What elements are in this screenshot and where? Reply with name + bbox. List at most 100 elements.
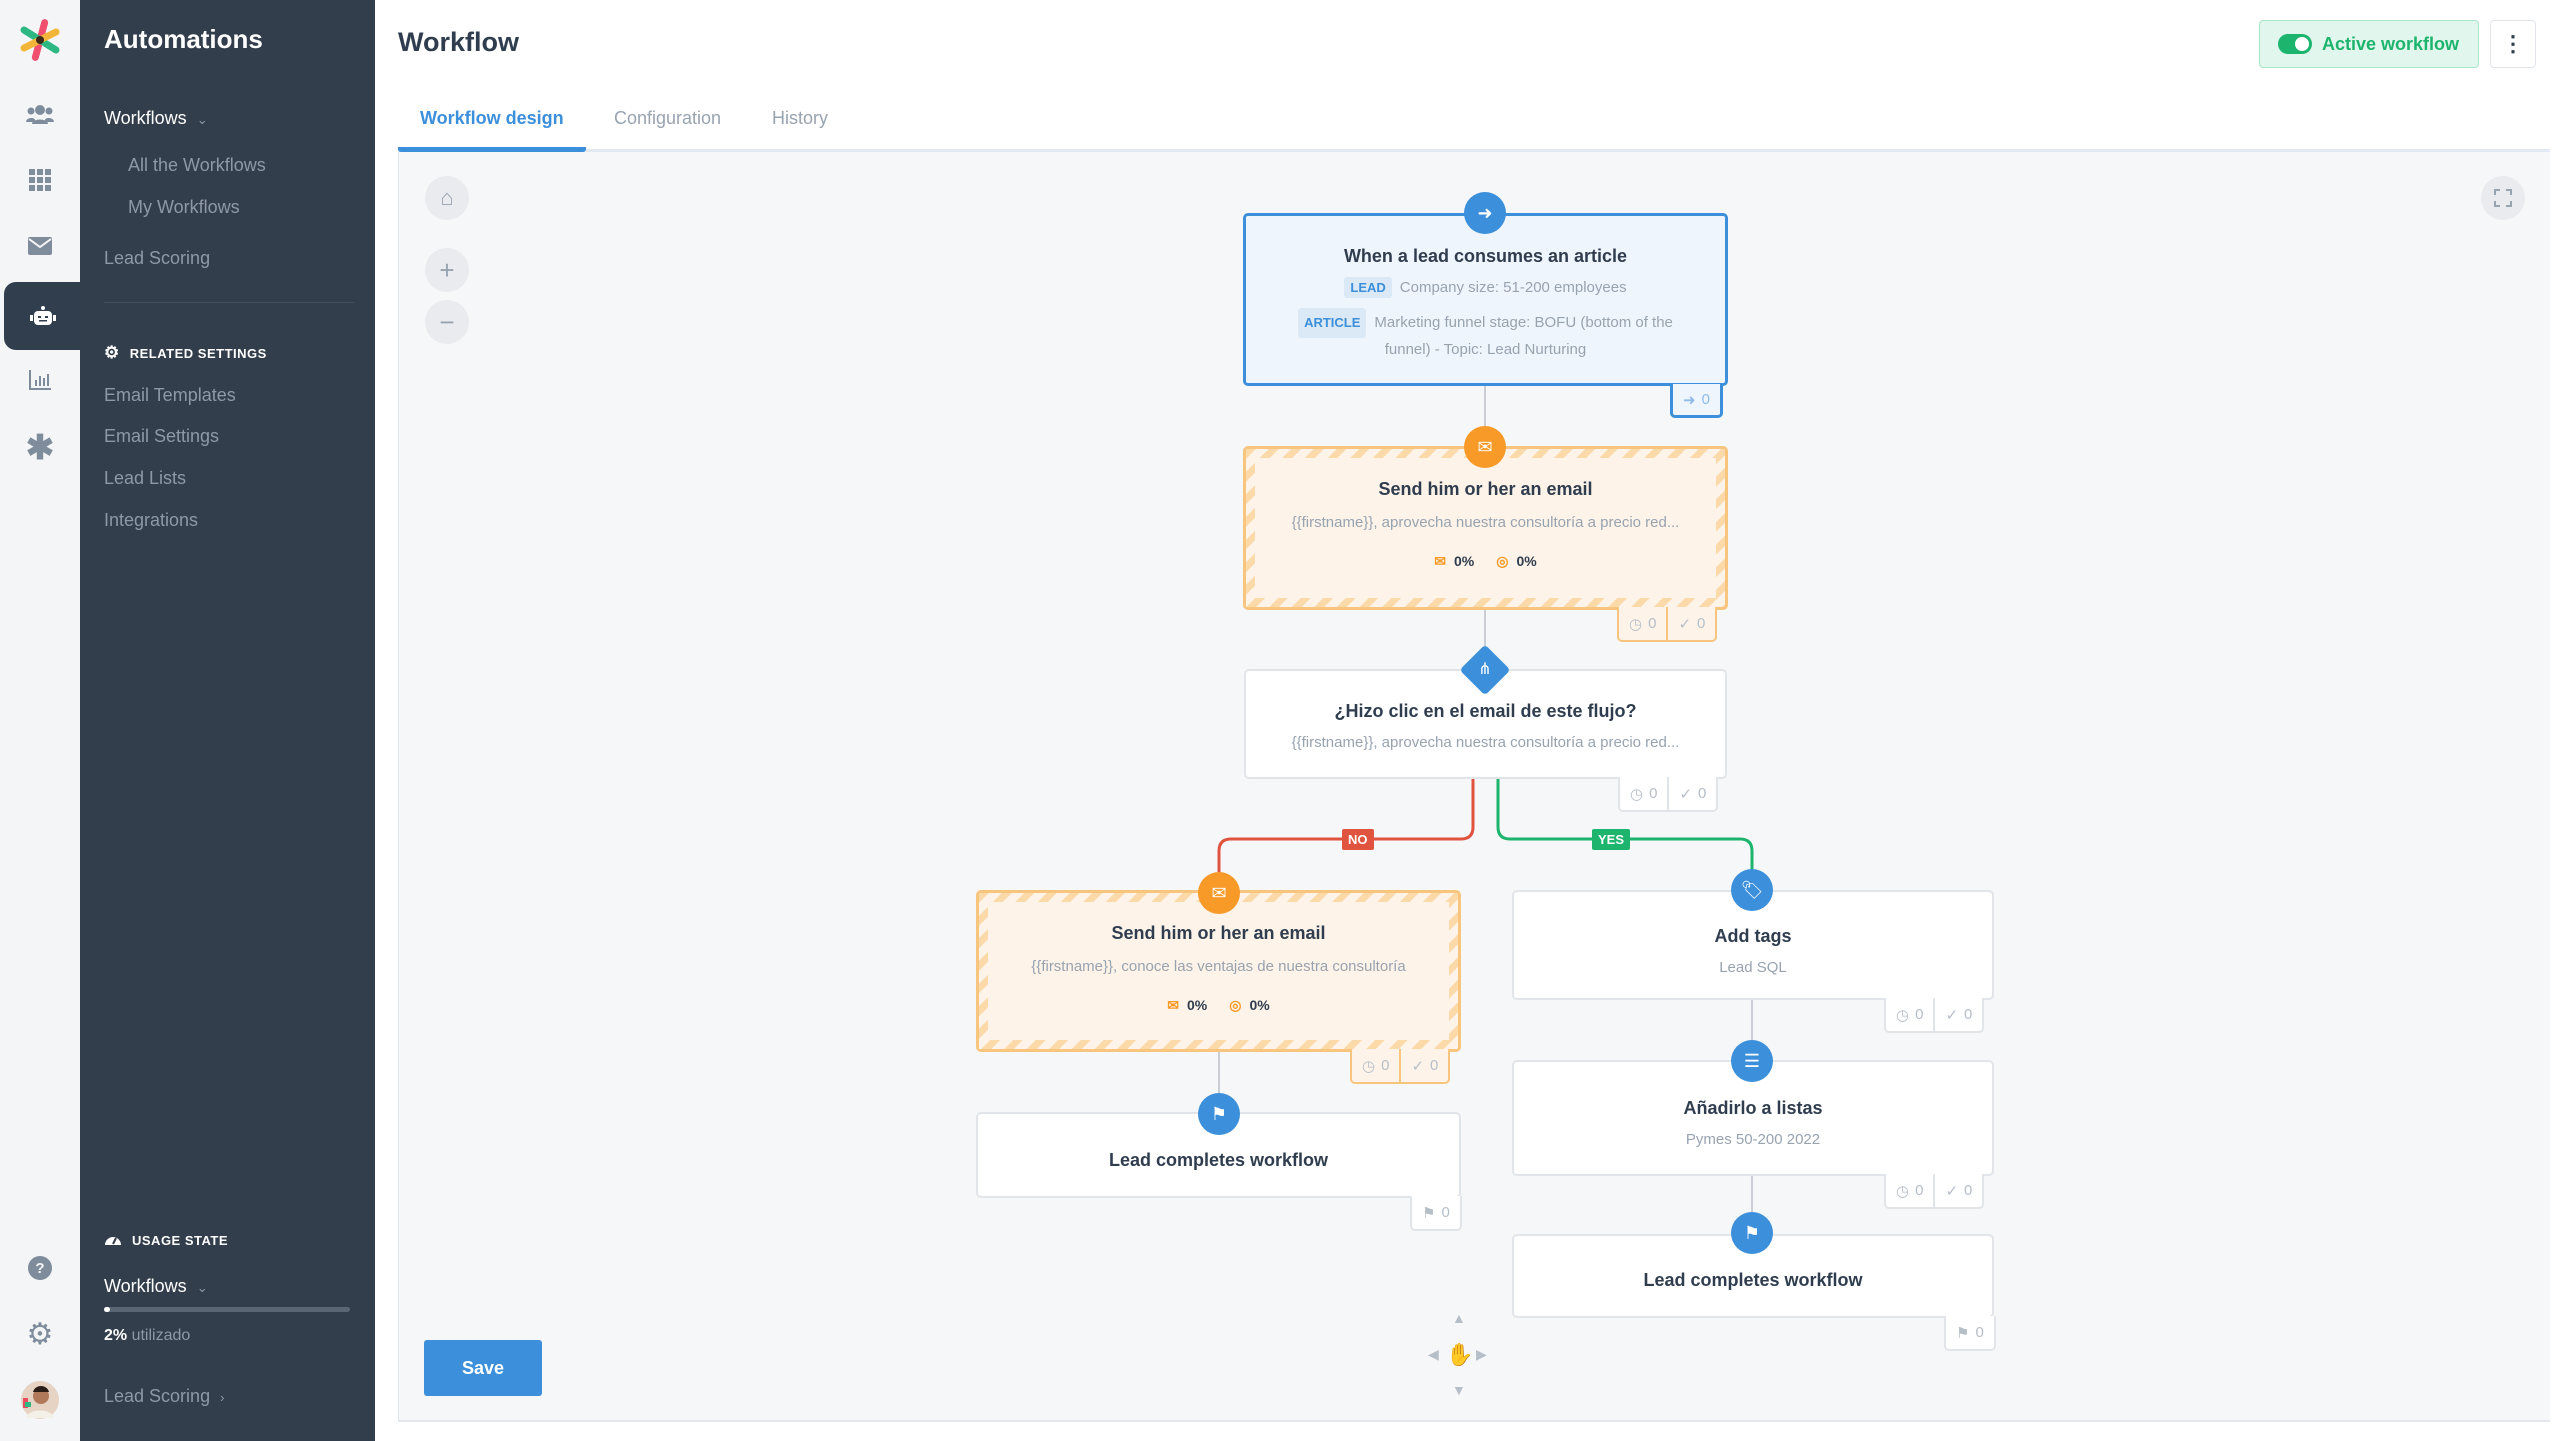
email-node[interactable]: Send him or her an email {{firstname}}, … <box>1243 446 1728 610</box>
apps-grid-icon[interactable] <box>0 152 80 208</box>
sidebar-item-email-templates[interactable]: Email Templates <box>104 385 236 406</box>
tab-workflow-design[interactable]: Workflow design <box>398 102 586 152</box>
done-counter: ✓ 0 <box>1933 998 1982 1031</box>
active-workflow-label: Active workflow <box>2322 33 2460 54</box>
email-counters: ◷ 0 ✓ 0 <box>1617 607 1718 642</box>
usage-state-heading: USAGE STATE <box>104 1232 228 1249</box>
more-options-button[interactable]: ⋮ <box>2490 20 2536 68</box>
robot-icon[interactable] <box>4 282 82 350</box>
waiting-count: 0 <box>1915 1006 1924 1023</box>
sidebar-workflows-label: Workflows <box>104 108 187 128</box>
waiting-count: 0 <box>1648 615 1657 632</box>
open-rate: ✉ 0% <box>1434 553 1474 570</box>
check-icon: ✓ <box>1945 1182 1959 1200</box>
click-icon: ◎ <box>1496 553 1509 569</box>
check-icon: ✓ <box>1411 1057 1425 1075</box>
no-branch-label: NO <box>1342 829 1374 850</box>
tab-history[interactable]: History <box>750 102 850 152</box>
active-workflow-toggle[interactable]: Active workflow <box>2259 20 2479 68</box>
node-title: Lead completes workflow <box>1108 1150 1329 1170</box>
clock-icon: ◷ <box>1896 1182 1910 1200</box>
node-subtitle: {{firstname}}, aprovecha nuestra consult… <box>1291 514 1680 531</box>
completed-counter: ⚑ 0 <box>1946 1316 1994 1349</box>
sidebar-item-all-workflows[interactable]: All the Workflows <box>128 155 266 176</box>
sidebar-item-email-settings[interactable]: Email Settings <box>104 426 219 447</box>
sidebar-item-my-workflows[interactable]: My Workflows <box>128 197 240 218</box>
avatar[interactable] <box>0 1372 80 1428</box>
sidebar-divider <box>104 302 354 303</box>
waiting-count: 0 <box>1381 1057 1390 1074</box>
lead-badge: LEAD <box>1344 277 1392 298</box>
tag-icon: 🏷 <box>1731 869 1773 911</box>
waiting-counter: ◷ 0 <box>1886 998 1933 1031</box>
minus-icon: − <box>439 306 455 337</box>
usage-percent: 2% <box>104 1327 128 1344</box>
pan-right-icon[interactable]: ▶ <box>1476 1346 1487 1363</box>
usage-selector[interactable]: Workflows ⌄ <box>104 1276 208 1297</box>
trigger-node[interactable]: When a lead consumes an article LEAD Comp… <box>1243 213 1728 386</box>
pan-left-icon[interactable]: ◀ <box>1428 1346 1439 1363</box>
done-count: 0 <box>1430 1057 1439 1074</box>
email-stats: ✉ 0% ◎ 0% <box>979 997 1458 1014</box>
check-icon: ✓ <box>1678 615 1692 633</box>
fullscreen-button[interactable] <box>2481 176 2525 220</box>
finish-flag-icon: ⚑ <box>1731 1212 1773 1254</box>
envelope-open-icon: ✉ <box>1167 997 1180 1013</box>
click-rate: ◎ 0% <box>1496 553 1536 570</box>
tab-bar: Workflow design Configuration History <box>398 96 2550 152</box>
lists-counters: ◷ 0 ✓ 0 <box>1884 1174 1985 1209</box>
plus-icon: + <box>439 254 455 285</box>
zoom-out-button[interactable]: − <box>425 300 469 344</box>
usage-selector-label: Workflows <box>104 1276 187 1296</box>
click-rate-value: 0% <box>1249 997 1270 1013</box>
sidebar-item-integrations[interactable]: Integrations <box>104 510 198 531</box>
finish-flag-icon: ⚑ <box>1422 1204 1436 1222</box>
clock-icon: ◷ <box>1362 1057 1376 1075</box>
completed-count: 0 <box>1975 1324 1984 1341</box>
expand-icon <box>2494 189 2512 207</box>
home-icon: ⌂ <box>440 185 454 210</box>
toggle-switch[interactable] <box>2278 34 2312 54</box>
zoom-in-button[interactable]: + <box>425 248 469 292</box>
email-icon: ✉ <box>1198 872 1240 914</box>
node-subtitle: {{firstname}}, aprovecha nuestra consult… <box>1291 734 1680 751</box>
usage-suffix: utilizado <box>131 1327 191 1344</box>
app-logo-icon[interactable] <box>16 16 64 64</box>
complete-counters: ⚑ 0 <box>1410 1196 1462 1231</box>
pan-up-icon[interactable]: ▲ <box>1452 1310 1466 1326</box>
email-icon[interactable] <box>0 218 80 274</box>
done-counter: ✓ 0 <box>1399 1049 1448 1082</box>
node-title: Añadirlo a listas <box>1683 1098 1823 1118</box>
home-button[interactable]: ⌂ <box>425 176 469 220</box>
tags-counters: ◷ 0 ✓ 0 <box>1884 998 1985 1033</box>
leads-icon[interactable] <box>0 86 80 142</box>
usage-state-label: USAGE STATE <box>132 1233 229 1248</box>
reports-icon[interactable] <box>0 352 80 408</box>
email-node[interactable]: Send him or her an email {{firstname}}, … <box>976 890 1461 1052</box>
done-counter: ✓ 0 <box>1933 1174 1982 1207</box>
svg-text:?: ? <box>35 1260 44 1277</box>
pan-down-icon[interactable]: ▼ <box>1452 1382 1466 1398</box>
finish-flag-icon: ⚑ <box>1198 1093 1240 1135</box>
gauge-icon <box>104 1232 122 1249</box>
sidebar-workflows-toggle[interactable]: Workflows ⌄ <box>104 108 208 129</box>
chevron-down-icon: ⌄ <box>196 1280 208 1295</box>
sidebar-item-lead-scoring[interactable]: Lead Scoring <box>104 248 210 269</box>
gear-icon: ⚙ <box>104 343 120 362</box>
asterisk-icon[interactable]: ✱ <box>0 420 80 476</box>
help-icon[interactable]: ? <box>0 1240 80 1296</box>
pan-control[interactable]: ▲ ◀ ✋ ▶ ▼ <box>1428 1310 1488 1400</box>
click-rate-value: 0% <box>1516 553 1537 569</box>
page-title: Workflow <box>398 27 519 57</box>
trigger-counters: ➜ 0 <box>1670 384 1723 418</box>
save-button[interactable]: Save <box>424 1340 542 1396</box>
done-count: 0 <box>1698 785 1707 802</box>
lead-scoring-link[interactable]: Lead Scoring › <box>104 1386 224 1407</box>
tab-configuration[interactable]: Configuration <box>592 102 743 152</box>
waiting-counter: ◷ 0 <box>1619 607 1666 640</box>
done-counter: ✓ 0 <box>1667 777 1716 810</box>
hand-icon: ✋ <box>1446 1342 1474 1367</box>
sidebar-item-lead-lists[interactable]: Lead Lists <box>104 468 186 489</box>
usage-percent-text: 2% utilizado <box>104 1327 190 1345</box>
settings-icon[interactable]: ⚙ <box>0 1306 80 1362</box>
